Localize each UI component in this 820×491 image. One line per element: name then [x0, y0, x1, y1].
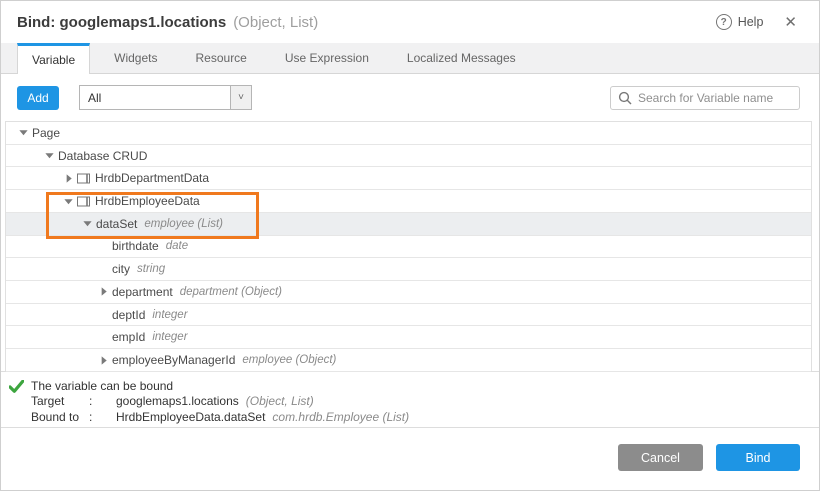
node-label: Page [32, 126, 60, 140]
success-check-icon [9, 380, 24, 393]
tree-node-employeebymanagerid[interactable]: employeeByManagerId employee (Object) [6, 349, 811, 372]
node-label: HrdbEmployeeData [95, 194, 200, 208]
status-value: googlemaps1.locations [116, 394, 239, 410]
variable-icon [77, 173, 90, 184]
status-colon: : [89, 410, 116, 426]
tree-node-hrdbdepartmentdata[interactable]: HrdbDepartmentData [6, 167, 811, 190]
node-label: city [112, 262, 130, 276]
tree-node-page[interactable]: Page [6, 122, 811, 145]
status-row-bound-to: Bound to:HrdbEmployeeData.dataSet com.hrd… [31, 410, 803, 426]
toolbar: Add All ˅ [1, 74, 819, 121]
tab-localized-messages[interactable]: Localized Messages [393, 43, 530, 73]
filter-select[interactable]: All ˅ [79, 85, 252, 110]
footer: Cancel Bind [1, 428, 819, 486]
bind-button[interactable]: Bind [716, 444, 800, 471]
tab-resource[interactable]: Resource [182, 43, 261, 73]
node-type: date [166, 240, 188, 252]
node-label: dataSet [96, 217, 137, 231]
tree-node-city[interactable]: city string [6, 258, 811, 281]
dialog-header: Bind: googlemaps1.locations (Object, Lis… [1, 1, 819, 43]
collapse-arrow-icon[interactable] [18, 127, 32, 138]
node-type: employee (List) [144, 218, 223, 230]
expand-arrow-icon[interactable] [98, 286, 112, 297]
tree-node-birthdate[interactable]: birthdate date [6, 236, 811, 259]
variable-icon [77, 196, 90, 207]
node-label: birthdate [112, 239, 159, 253]
tab-bar: Variable Widgets Resource Use Expression Loc… [1, 43, 819, 74]
header-actions: ? Help ✕ [716, 11, 801, 33]
tree-node-deptid[interactable]: deptId integer [6, 304, 811, 327]
status-value: HrdbEmployeeData.dataSet [116, 410, 265, 426]
tree-node-database-crud[interactable]: Database CRUD [6, 145, 811, 168]
variable-tree: Page Database CRUD HrdbDepartmentData HrdbE… [5, 121, 812, 371]
node-type: integer [152, 309, 187, 321]
collapse-arrow-icon[interactable] [63, 196, 77, 207]
status-value-type: com.hrdb.Employee (List) [272, 410, 409, 426]
tab-use-expression[interactable]: Use Expression [271, 43, 383, 73]
status-label: Target [31, 394, 89, 410]
node-label: deptId [112, 308, 145, 322]
node-label: HrdbDepartmentData [95, 171, 209, 185]
bind-dialog: Bind: googlemaps1.locations (Object, Lis… [0, 0, 820, 491]
status-rows: Target:googlemaps1.locations (Object, Lis… [31, 394, 803, 425]
tree-node-hrdbemployeedata[interactable]: HrdbEmployeeData [6, 190, 811, 213]
status-message: The variable can be bound [31, 378, 803, 394]
node-type: string [137, 263, 165, 275]
dialog-title: Bind: googlemaps1.locations [17, 14, 226, 31]
filter-selected-value: All [80, 91, 230, 105]
tree-node-department[interactable]: department department (Object) [6, 281, 811, 304]
node-label: employeeByManagerId [112, 353, 235, 367]
collapse-arrow-icon[interactable] [44, 150, 58, 161]
help-button[interactable]: ? Help [716, 14, 764, 30]
dialog-title-type: (Object, List) [233, 14, 318, 31]
expand-arrow-icon[interactable] [63, 173, 77, 184]
search-icon [618, 91, 632, 105]
collapse-arrow-icon[interactable] [82, 218, 96, 229]
status-panel: The variable can be bound Target:googlem… [1, 372, 819, 427]
add-button[interactable]: Add [17, 86, 59, 110]
tab-variable[interactable]: Variable [17, 43, 90, 74]
tree-node-empid[interactable]: empId integer [6, 326, 811, 349]
status-colon: : [89, 394, 116, 410]
node-label: empId [112, 330, 145, 344]
expand-arrow-icon[interactable] [98, 355, 112, 366]
help-icon: ? [716, 14, 732, 30]
tree-node-dataset[interactable]: dataSet employee (List) [6, 213, 811, 236]
status-label: Bound to [31, 410, 89, 426]
help-label: Help [738, 15, 764, 29]
node-label: Database CRUD [58, 149, 147, 163]
chevron-down-icon: ˅ [230, 86, 251, 109]
node-label: department [112, 285, 173, 299]
node-type: integer [152, 331, 187, 343]
status-value-type: (Object, List) [246, 394, 314, 410]
close-icon[interactable]: ✕ [780, 11, 801, 33]
search-box [610, 86, 800, 110]
cancel-button[interactable]: Cancel [618, 444, 703, 471]
node-type: department (Object) [180, 286, 282, 298]
status-row-target: Target:googlemaps1.locations (Object, Lis… [31, 394, 803, 410]
node-type: employee (Object) [242, 354, 336, 366]
search-input[interactable] [610, 86, 800, 110]
tab-widgets[interactable]: Widgets [100, 43, 171, 73]
